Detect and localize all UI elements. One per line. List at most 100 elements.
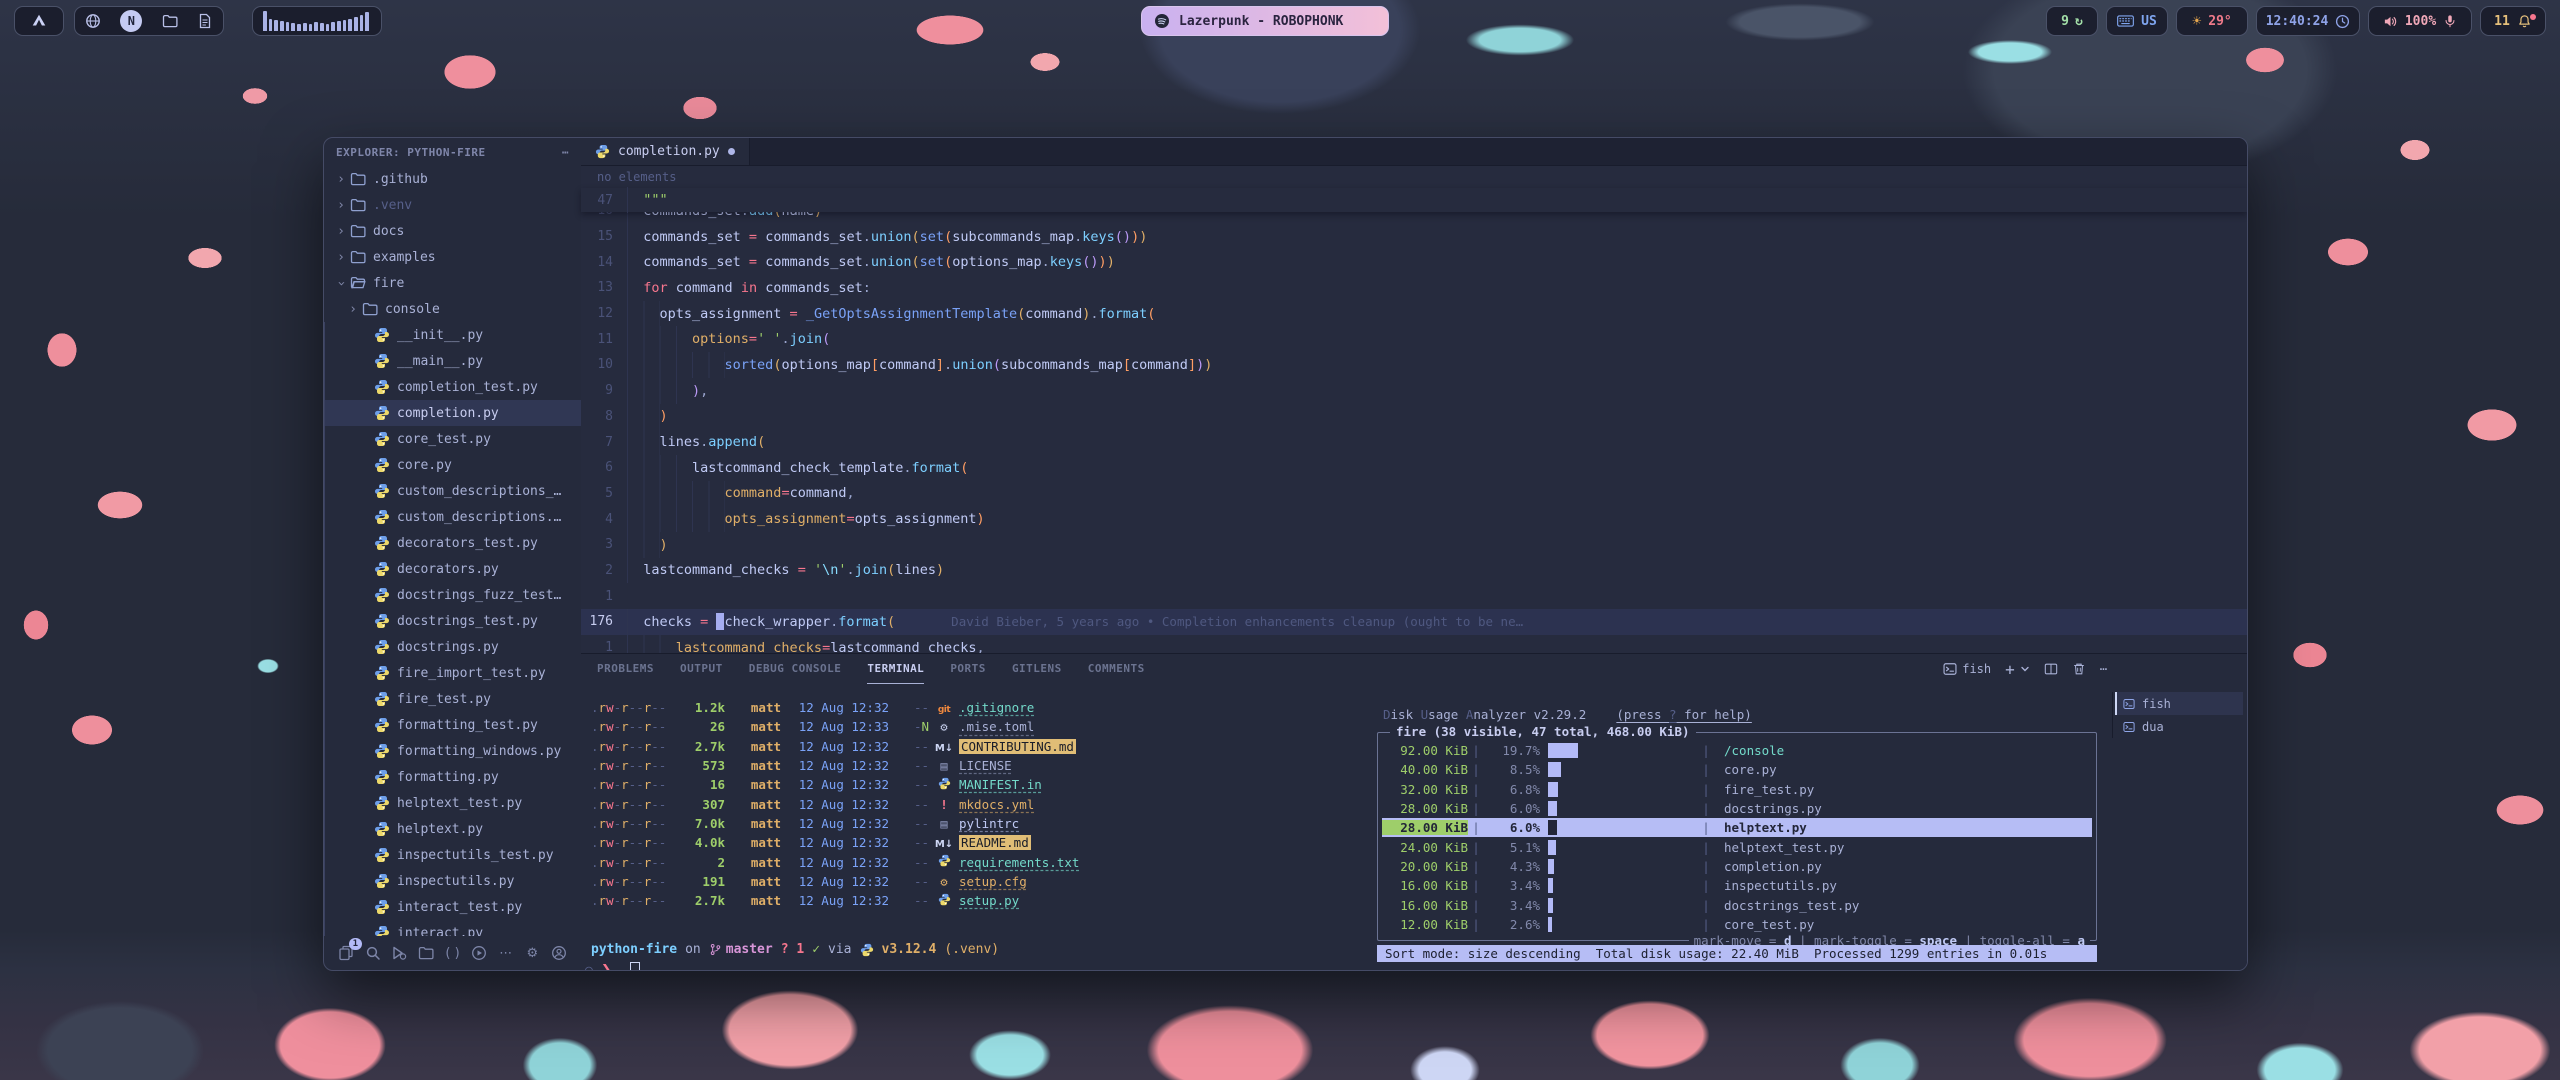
dua-row-docstrings-py[interactable]: 28.00 KiB|6.0%|docstrings.py [1382,799,2092,818]
dua-row-core-py[interactable]: 40.00 KiB|8.5%|core.py [1382,760,2092,779]
microphone-icon[interactable] [2443,14,2457,28]
code-line[interactable]: 1 [581,583,2247,609]
workspace-switcher[interactable]: N [74,6,224,36]
shell-input-line[interactable]: ○ ❯ [585,962,640,971]
breadcrumb[interactable]: no elements [581,166,2247,188]
panel-tab-debug-console[interactable]: DEBUG CONSOLE [749,654,842,684]
terminal-session-dua[interactable]: dua [2115,715,2243,738]
tree-chevron-icon[interactable]: › [334,224,348,239]
sidebar-item-completion-py[interactable]: completion.py [324,400,581,426]
code-line[interactable]: 10sorted(options_map[command].union(subc… [581,352,2247,378]
file-link[interactable]: setup.py [959,893,1019,908]
sidebar-item-console[interactable]: ›console [324,296,581,322]
weather-widget[interactable]: ☀ 29° [2176,6,2248,36]
dua-row-helptext-test-py[interactable]: 24.00 KiB|5.1%|helptext_test.py [1382,837,2092,856]
code-line[interactable]: 14commands_set = commands_set.union(set(… [581,249,2247,275]
sidebar-item--github[interactable]: ›.github [324,166,581,192]
dua-row-core-test-py[interactable]: 12.00 KiB|2.6%|core_test.py [1382,915,2092,934]
debug-activity-button[interactable] [389,943,409,963]
account-activity-button[interactable] [549,943,569,963]
sticky-scroll-line[interactable]: 47""" [581,188,2247,212]
braces-activity-button[interactable]: ( ) [443,943,463,963]
code-line[interactable]: 9), [581,378,2247,404]
code-line[interactable]: 11options=' '.join( [581,326,2247,352]
speaker-icon[interactable] [2383,14,2398,29]
file-link[interactable]: CONTRIBUTING.md [959,739,1076,754]
file-link[interactable]: mkdocs.yml [959,797,1034,812]
sidebar-item-decorators-py[interactable]: decorators.py [324,556,581,582]
code-line[interactable]: 2lastcommand_checks = '\n'.join(lines) [581,558,2247,584]
sidebar-item-interact-py[interactable]: interact.py [324,920,581,936]
updates-widget[interactable]: 9 ↻ [2046,6,2098,36]
file-link[interactable]: .mise.toml [959,719,1034,734]
sidebar-item-core-test-py[interactable]: core_test.py [324,426,581,452]
code-line[interactable]: 7lines.append( [581,429,2247,455]
terminal-session-fish[interactable]: fish [2115,692,2243,715]
folder-activity-button[interactable] [416,943,436,963]
folder-icon[interactable] [162,13,178,29]
sidebar-item-helptext-test-py[interactable]: helptext_test.py [324,790,581,816]
code-line[interactable]: 47""" [581,187,668,213]
sidebar-item-formatting-windows-py[interactable]: formatting_windows.py [324,738,581,764]
code-area[interactable]: 16commands_set.add(name)15commands_set =… [581,212,2247,654]
sidebar-item-examples[interactable]: ›examples [324,244,581,270]
code-line[interactable]: 4opts_assignment=opts_assignment) [581,506,2247,532]
sidebar-item-core-py[interactable]: core.py [324,452,581,478]
file-link[interactable]: setup.cfg [959,874,1027,889]
code-line[interactable]: 1lastcommand_checks=lastcommand_checks, [581,635,2247,654]
media-player-widget[interactable]: Lazerpunk - ROBOPHONK [1141,6,1389,36]
file-link[interactable]: pylintrc [959,816,1019,831]
tab-completion-py[interactable]: completion.py [581,138,750,165]
sidebar-item--venv[interactable]: ›.venv [324,192,581,218]
cpu-histogram-widget[interactable] [252,6,382,36]
sidebar-item-docstrings-py[interactable]: docstrings.py [324,634,581,660]
code-line[interactable]: 8) [581,404,2247,430]
volume-widget[interactable]: 100% [2368,6,2472,36]
sidebar-item-docstrings-test-py[interactable]: docstrings_test.py [324,608,581,634]
sidebar-item-fire-test-py[interactable]: fire_test.py [324,686,581,712]
panel-tab-gitlens[interactable]: GITLENS [1012,654,1062,684]
more-activity-button[interactable]: ⋯ [496,943,516,963]
sidebar-item-docstrings-fuzz-test-py[interactable]: docstrings_fuzz_test.py [324,582,581,608]
file-icon[interactable] [197,13,213,29]
sidebar-item-inspectutils-test-py[interactable]: inspectutils_test.py [324,842,581,868]
file-link[interactable]: LICENSE [959,758,1012,773]
tree-chevron-icon[interactable]: › [334,250,348,265]
play-circle-activity-button[interactable] [469,943,489,963]
sidebar-item--init-py[interactable]: __init__.py [324,322,581,348]
sidebar-item-interact-test-py[interactable]: interact_test.py [324,894,581,920]
notifications-widget[interactable]: 11 [2480,6,2546,36]
dua-row-helptext-py[interactable]: 28.00 KiB|6.0%|helptext.py [1382,818,2092,837]
tree-chevron-icon[interactable]: › [346,302,360,317]
gear-activity-button[interactable]: ⚙ [522,943,542,963]
panel-tab-terminal[interactable]: TERMINAL [867,654,924,684]
tree-chevron-icon[interactable]: › [334,198,348,213]
panel-tab-ports[interactable]: PORTS [950,654,986,684]
keyboard-layout-widget[interactable]: US [2106,6,2168,36]
dua-row-inspectutils-py[interactable]: 16.00 KiB|3.4%|inspectutils.py [1382,876,2092,895]
panel-tab-comments[interactable]: COMMENTS [1088,654,1145,684]
clock-widget[interactable]: 12:40:24 [2256,6,2360,36]
tab-modified-dot[interactable] [728,148,735,155]
dua-row-docstrings-test-py[interactable]: 16.00 KiB|3.4%|docstrings_test.py [1382,895,2092,914]
dua-row-completion-py[interactable]: 20.00 KiB|4.3%|completion.py [1382,857,2092,876]
code-line[interactable]: 12opts_assignment = _GetOptsAssignmentTe… [581,301,2247,327]
files-activity-button[interactable]: 1 [336,943,356,963]
code-line[interactable]: 3) [581,532,2247,558]
globe-icon[interactable] [85,13,101,29]
sidebar-item-fire-import-test-py[interactable]: fire_import_test.py [324,660,581,686]
sidebar-item-fire[interactable]: ›fire [324,270,581,296]
sidebar-item-completion-test-py[interactable]: completion_test.py [324,374,581,400]
search-activity-button[interactable] [363,943,383,963]
workspace-active[interactable]: N [120,10,142,32]
code-line[interactable]: 13for command in commands_set: [581,275,2247,301]
tree-chevron-icon[interactable]: › [334,276,349,290]
file-link[interactable]: README.md [959,835,1031,850]
code-line[interactable]: 5command=command, [581,481,2247,507]
file-link[interactable]: requirements.txt [959,855,1079,870]
dua-row--console[interactable]: 92.00 KiB|19.7%|/console [1382,741,2092,760]
panel-tab-problems[interactable]: PROBLEMS [597,654,654,684]
launcher-button[interactable] [14,6,64,36]
file-link[interactable]: .gitignore [959,700,1034,715]
explorer-more-icon[interactable]: ⋯ [562,146,569,159]
